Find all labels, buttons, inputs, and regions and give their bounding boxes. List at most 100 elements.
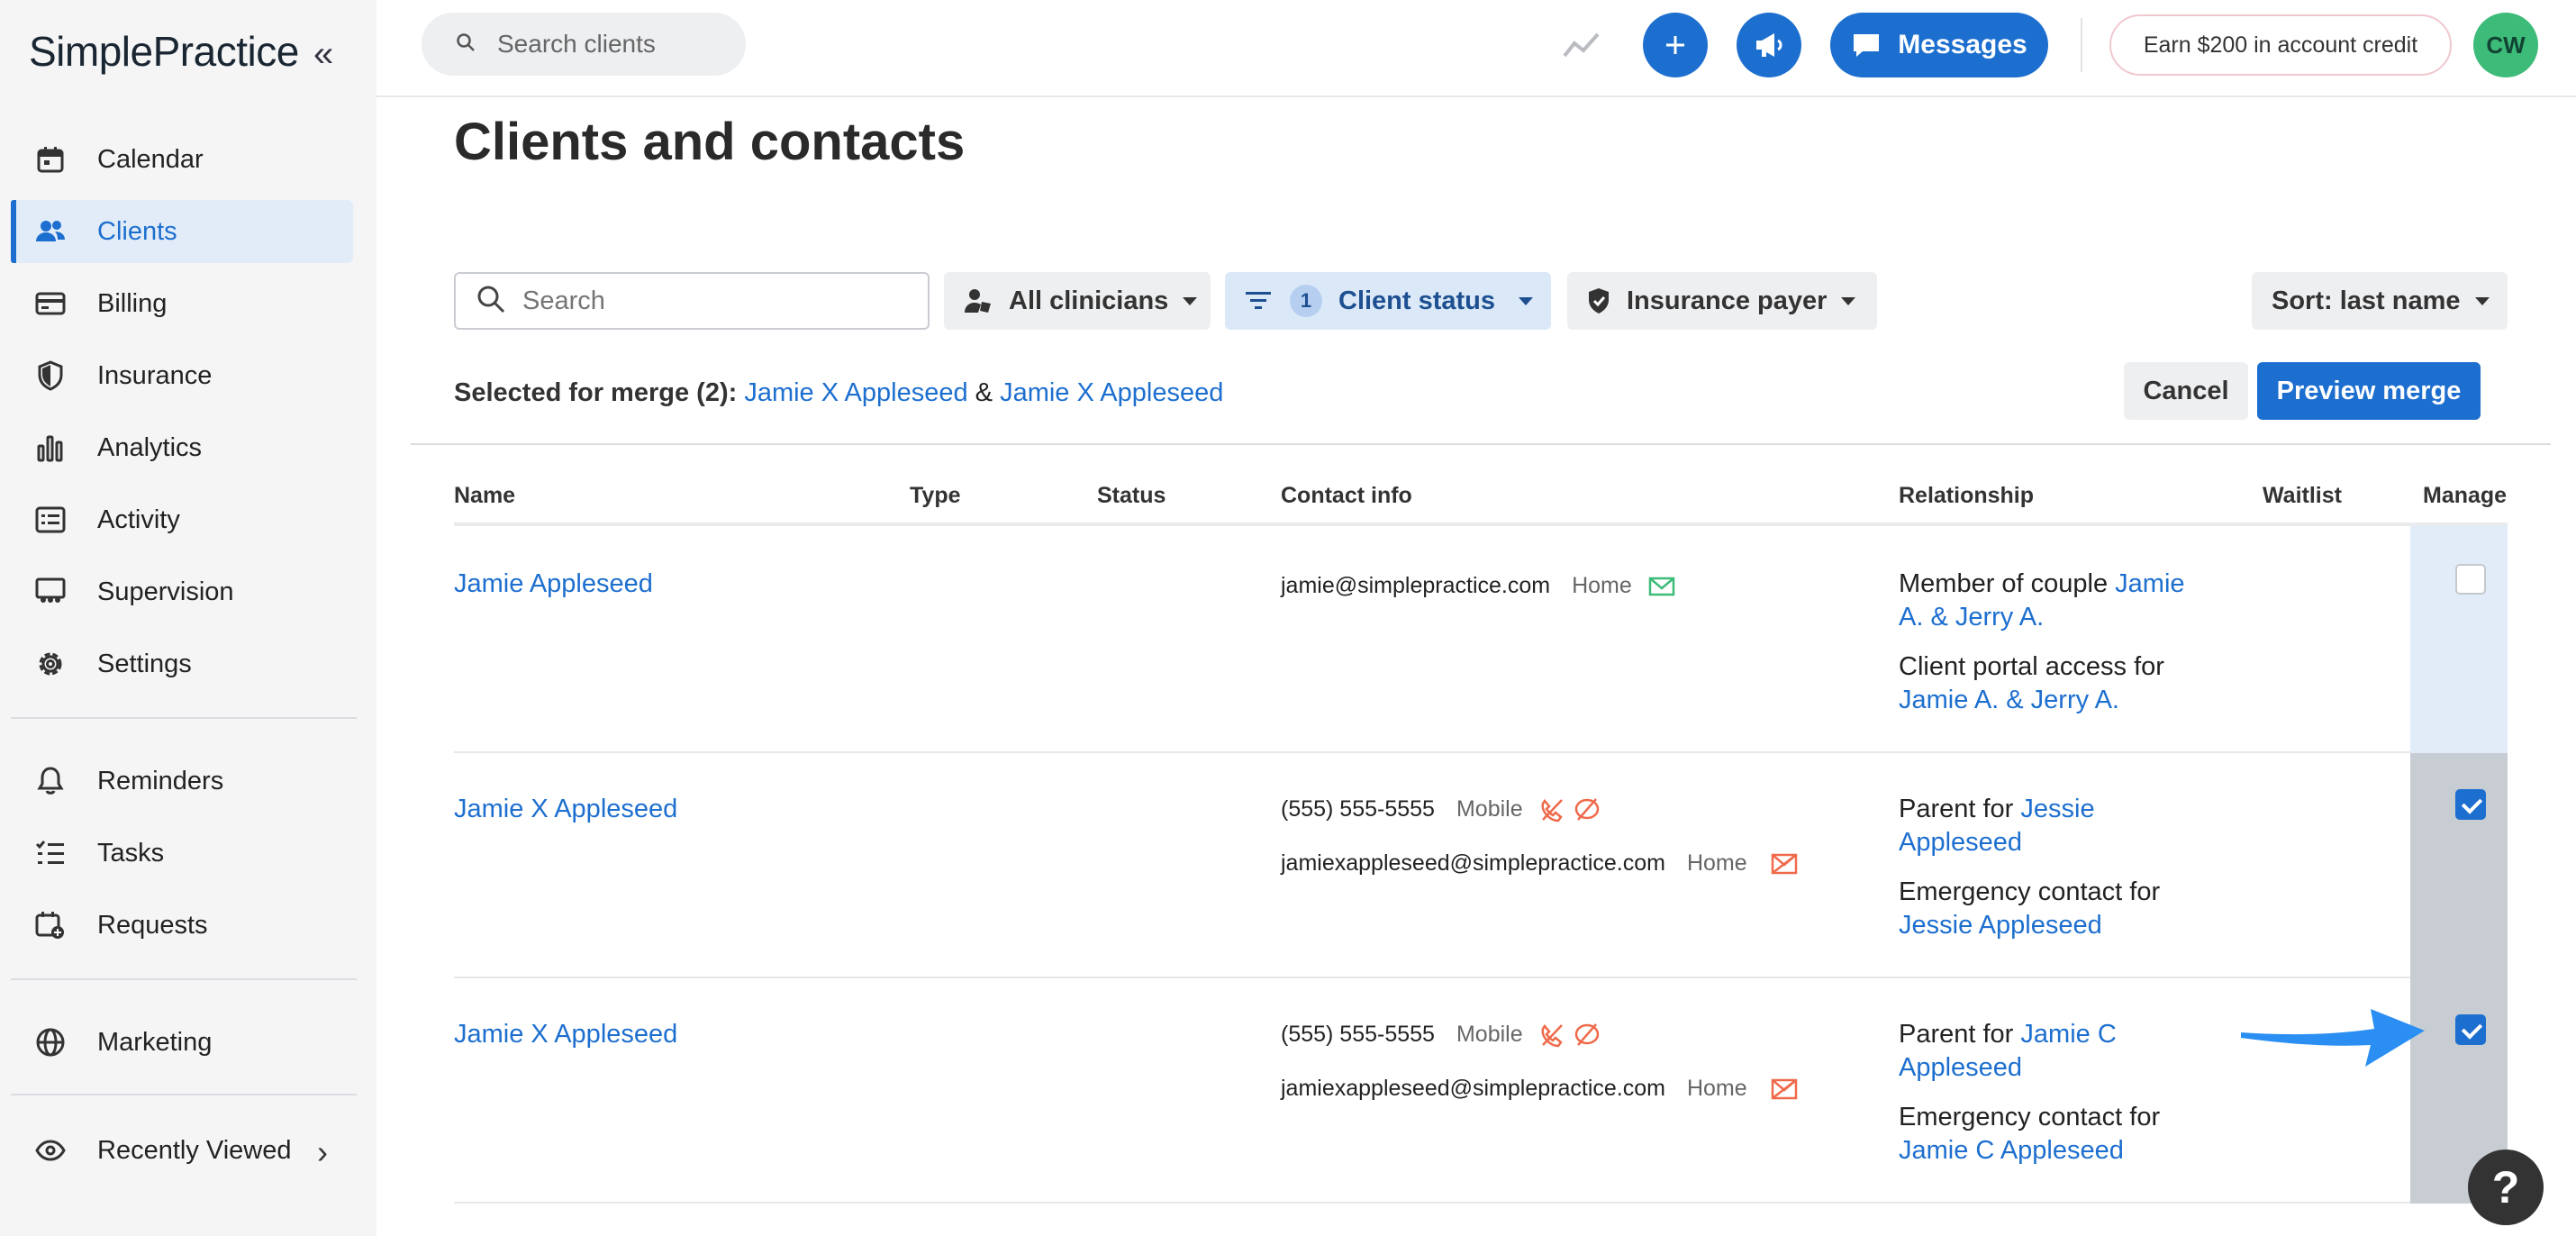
column-header-manage: Manage — [2423, 483, 2508, 508]
collapse-sidebar-icon[interactable]: « — [313, 34, 333, 74]
merge-selection: Selected for merge (2): Jamie X Applesee… — [454, 378, 1223, 408]
column-header-name[interactable]: Name — [454, 483, 515, 509]
relationship-text: Parent for — [1899, 1020, 2021, 1049]
calendar-plus-icon — [34, 909, 67, 941]
phone-off-icon[interactable] — [1539, 797, 1565, 822]
client-status-filter-label: Client status — [1338, 286, 1496, 315]
client-name-link[interactable]: Jamie X Appleseed — [454, 1020, 677, 1050]
search-clients-input[interactable] — [497, 30, 749, 59]
contact-kind: Home — [1686, 850, 1747, 876]
sort-dropdown[interactable]: Sort: last name — [2252, 272, 2508, 330]
relationship-cell: Member of couple Jamie A. & Jerry A. Cli… — [1899, 568, 2205, 717]
annotation-arrow — [2241, 1009, 2425, 1067]
relationship-text: Client portal access for — [1899, 652, 2164, 681]
relationship-item: Emergency contact for Jessie Appleseed — [1899, 876, 2205, 942]
relationship-text: Parent for — [1899, 795, 2021, 823]
simplepractice-logo[interactable]: SimplePractice — [29, 27, 299, 76]
sidebar-item-recently-viewed[interactable]: Recently Viewed — [11, 1119, 353, 1182]
sidebar-item-analytics[interactable]: Analytics — [11, 416, 353, 479]
trend-icon[interactable] — [1562, 27, 1601, 68]
client-search[interactable] — [422, 13, 749, 76]
sidebar-item-supervision[interactable]: Supervision — [11, 560, 353, 623]
client-status-filter[interactable]: 1 Client status — [1225, 272, 1551, 330]
clinicians-filter[interactable]: All clinicians — [944, 272, 1211, 330]
calendar-icon — [34, 143, 67, 176]
sidebar-item-insurance[interactable]: Insurance — [11, 344, 353, 407]
add-button[interactable] — [1643, 13, 1708, 77]
merge-first-link[interactable]: Jamie X Appleseed — [744, 378, 967, 407]
relationship-cell: Parent for Jamie C Appleseed Emergency c… — [1899, 1018, 2205, 1168]
globe-icon — [34, 1026, 67, 1059]
clinicians-filter-label: All clinicians — [1009, 286, 1169, 315]
chevron-down-icon — [1183, 296, 1198, 305]
mail-off-icon[interactable] — [1771, 1077, 1798, 1101]
sidebar-item-label: Marketing — [97, 1027, 213, 1057]
merge-checkbox[interactable] — [2455, 564, 2486, 595]
column-header-contact-info: Contact info — [1281, 483, 1412, 508]
merge-checkbox[interactable] — [2455, 1014, 2486, 1045]
relationship-link[interactable]: Jamie C Appleseed — [1899, 1136, 2124, 1165]
relationship-link[interactable]: Jessie Appleseed — [1899, 911, 2102, 940]
merge-joiner: & — [975, 378, 993, 407]
mail-icon[interactable] — [1648, 576, 1675, 597]
column-header-status[interactable]: Status — [1097, 483, 1166, 509]
client-name-link[interactable]: Jamie Appleseed — [454, 569, 653, 599]
filter-search[interactable] — [454, 272, 930, 330]
relationship-text: Emergency contact for — [1899, 877, 2161, 906]
divider — [411, 443, 2551, 445]
filter-count-badge: 1 — [1290, 285, 1322, 317]
chevron-down-icon — [2474, 296, 2490, 305]
relationship-item: Member of couple Jamie A. & Jerry A. — [1899, 568, 2205, 634]
sidebar-item-label: Insurance — [97, 360, 213, 390]
users-icon — [34, 215, 67, 248]
contact-email: jamie@simplepractice.com Home — [1281, 573, 1675, 599]
gear-icon — [34, 648, 67, 680]
cancel-button[interactable]: Cancel — [2124, 362, 2248, 420]
phone-off-icon[interactable] — [1539, 1022, 1565, 1048]
table-row: Jamie Appleseed jamie@simplepractice.com… — [454, 526, 2508, 753]
messages-button[interactable]: Messages — [1830, 13, 2048, 77]
relationship-link[interactable]: Jamie A. & Jerry A. — [1899, 686, 2119, 714]
tasks-icon — [34, 837, 67, 869]
earn-credit-button[interactable]: Earn $200 in account credit — [2109, 14, 2452, 76]
column-header-type[interactable]: Type — [910, 483, 961, 509]
relationship-text: Member of couple — [1899, 569, 2116, 598]
preview-merge-button[interactable]: Preview merge — [2257, 362, 2481, 420]
chevron-right-icon[interactable]: › — [317, 1133, 328, 1171]
shield-check-icon — [1587, 287, 1610, 314]
chat-icon — [1851, 32, 1882, 59]
message-off-icon[interactable] — [1574, 797, 1601, 822]
sidebar-item-clients[interactable]: Clients — [11, 200, 353, 263]
supervision-icon — [34, 576, 67, 608]
sidebar-item-reminders[interactable]: Reminders — [11, 750, 353, 813]
table-row: Jamie X Appleseed (555) 555-5555 Mobile … — [454, 753, 2508, 978]
insurance-payer-filter[interactable]: Insurance payer — [1567, 272, 1877, 330]
sidebar-item-marketing[interactable]: Marketing — [11, 1011, 353, 1074]
merge-second-link[interactable]: Jamie X Appleseed — [1000, 378, 1223, 407]
relationship-text: Emergency contact for — [1899, 1103, 2161, 1131]
insurance-payer-filter-label: Insurance payer — [1627, 286, 1828, 315]
help-button[interactable]: ? — [2468, 1150, 2544, 1225]
sidebar-item-settings[interactable]: Settings — [11, 632, 353, 695]
announcements-button[interactable] — [1737, 13, 1801, 77]
sidebar-item-calendar[interactable]: Calendar — [11, 128, 353, 191]
page-title: Clients and contacts — [454, 113, 966, 171]
message-off-icon[interactable] — [1574, 1022, 1601, 1048]
clinician-icon — [964, 287, 993, 314]
client-name-link[interactable]: Jamie X Appleseed — [454, 795, 677, 824]
sidebar-item-tasks[interactable]: Tasks — [11, 822, 353, 885]
sidebar-item-requests[interactable]: Requests — [11, 894, 353, 957]
avatar[interactable]: CW — [2473, 13, 2538, 77]
table-row: Jamie X Appleseed (555) 555-5555 Mobile … — [454, 978, 2508, 1204]
sidebar-item-label: Supervision — [97, 577, 234, 606]
sort-label: Sort: last name — [2272, 286, 2461, 315]
sidebar-item-label: Billing — [97, 288, 168, 318]
manage-cell — [2410, 753, 2508, 978]
mail-off-icon[interactable] — [1771, 852, 1798, 876]
search-input[interactable] — [522, 286, 919, 316]
contact-value: jamiexappleseed@simplepractice.com — [1281, 850, 1665, 876]
sidebar-item-billing[interactable]: Billing — [11, 272, 353, 335]
sidebar-item-activity[interactable]: Activity — [11, 488, 353, 551]
merge-checkbox[interactable] — [2455, 789, 2486, 820]
contact-email: jamiexappleseed@simplepractice.com Home — [1281, 850, 1798, 877]
